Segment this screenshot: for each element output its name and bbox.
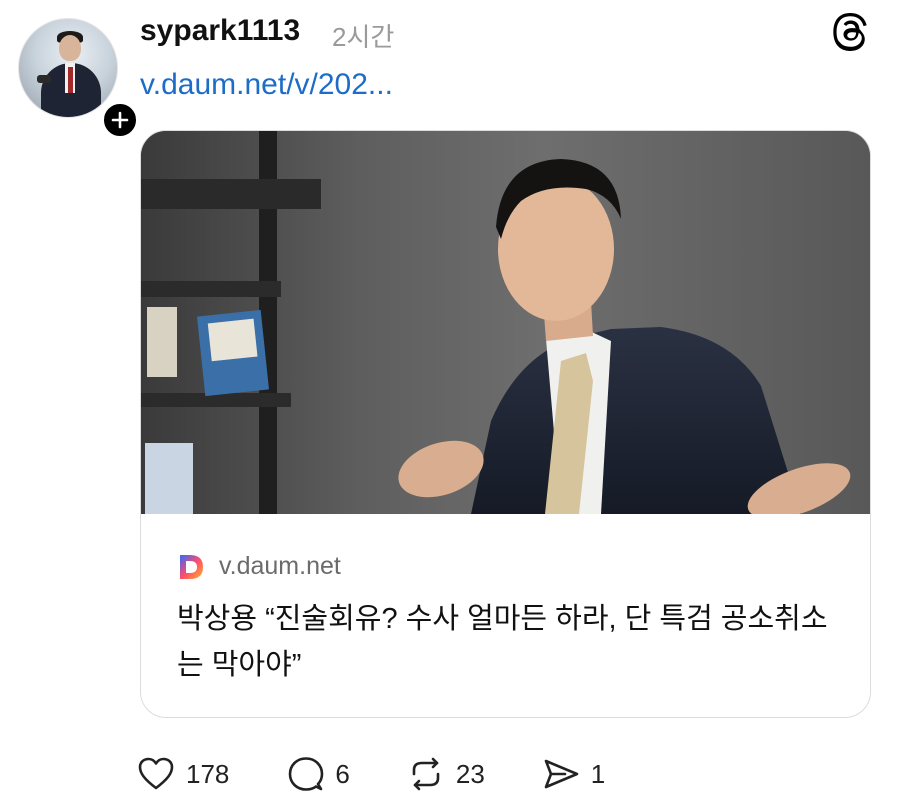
reply-button[interactable]: 6 bbox=[285, 754, 350, 794]
link-preview-card[interactable]: v.daum.net 박상용 “진술회유? 수사 얼마든 하라, 단 특검 공소… bbox=[140, 130, 871, 718]
source-row: v.daum.net bbox=[177, 552, 341, 581]
author-avatar[interactable] bbox=[18, 18, 140, 140]
like-button[interactable]: 178 bbox=[136, 754, 229, 794]
share-button[interactable]: 1 bbox=[541, 754, 605, 794]
action-bar: 178 6 23 1 bbox=[136, 752, 661, 796]
post-timestamp: 2시간 bbox=[332, 22, 395, 52]
post-link[interactable]: v.daum.net/v/202... bbox=[140, 68, 393, 102]
like-count: 178 bbox=[186, 758, 230, 789]
article-headline[interactable]: 박상용 “진술회유? 수사 얼마든 하라, 단 특검 공소취소는 막아야” bbox=[177, 596, 847, 688]
username[interactable]: sypark1113 bbox=[140, 14, 300, 48]
repost-button[interactable]: 23 bbox=[406, 754, 485, 794]
comment-icon bbox=[289, 757, 324, 791]
repost-icon bbox=[412, 757, 440, 791]
threads-logo-icon[interactable] bbox=[832, 12, 872, 52]
source-domain: v.daum.net bbox=[219, 552, 341, 580]
share-count: 1 bbox=[590, 758, 606, 789]
reply-count: 6 bbox=[335, 758, 350, 789]
article-thumbnail bbox=[141, 131, 870, 514]
avatar-image[interactable] bbox=[18, 18, 118, 118]
heart-icon bbox=[138, 757, 174, 790]
send-icon bbox=[544, 759, 579, 789]
daum-logo-icon bbox=[180, 554, 203, 579]
follow-plus-icon[interactable] bbox=[100, 100, 140, 140]
repost-count: 23 bbox=[455, 758, 485, 789]
